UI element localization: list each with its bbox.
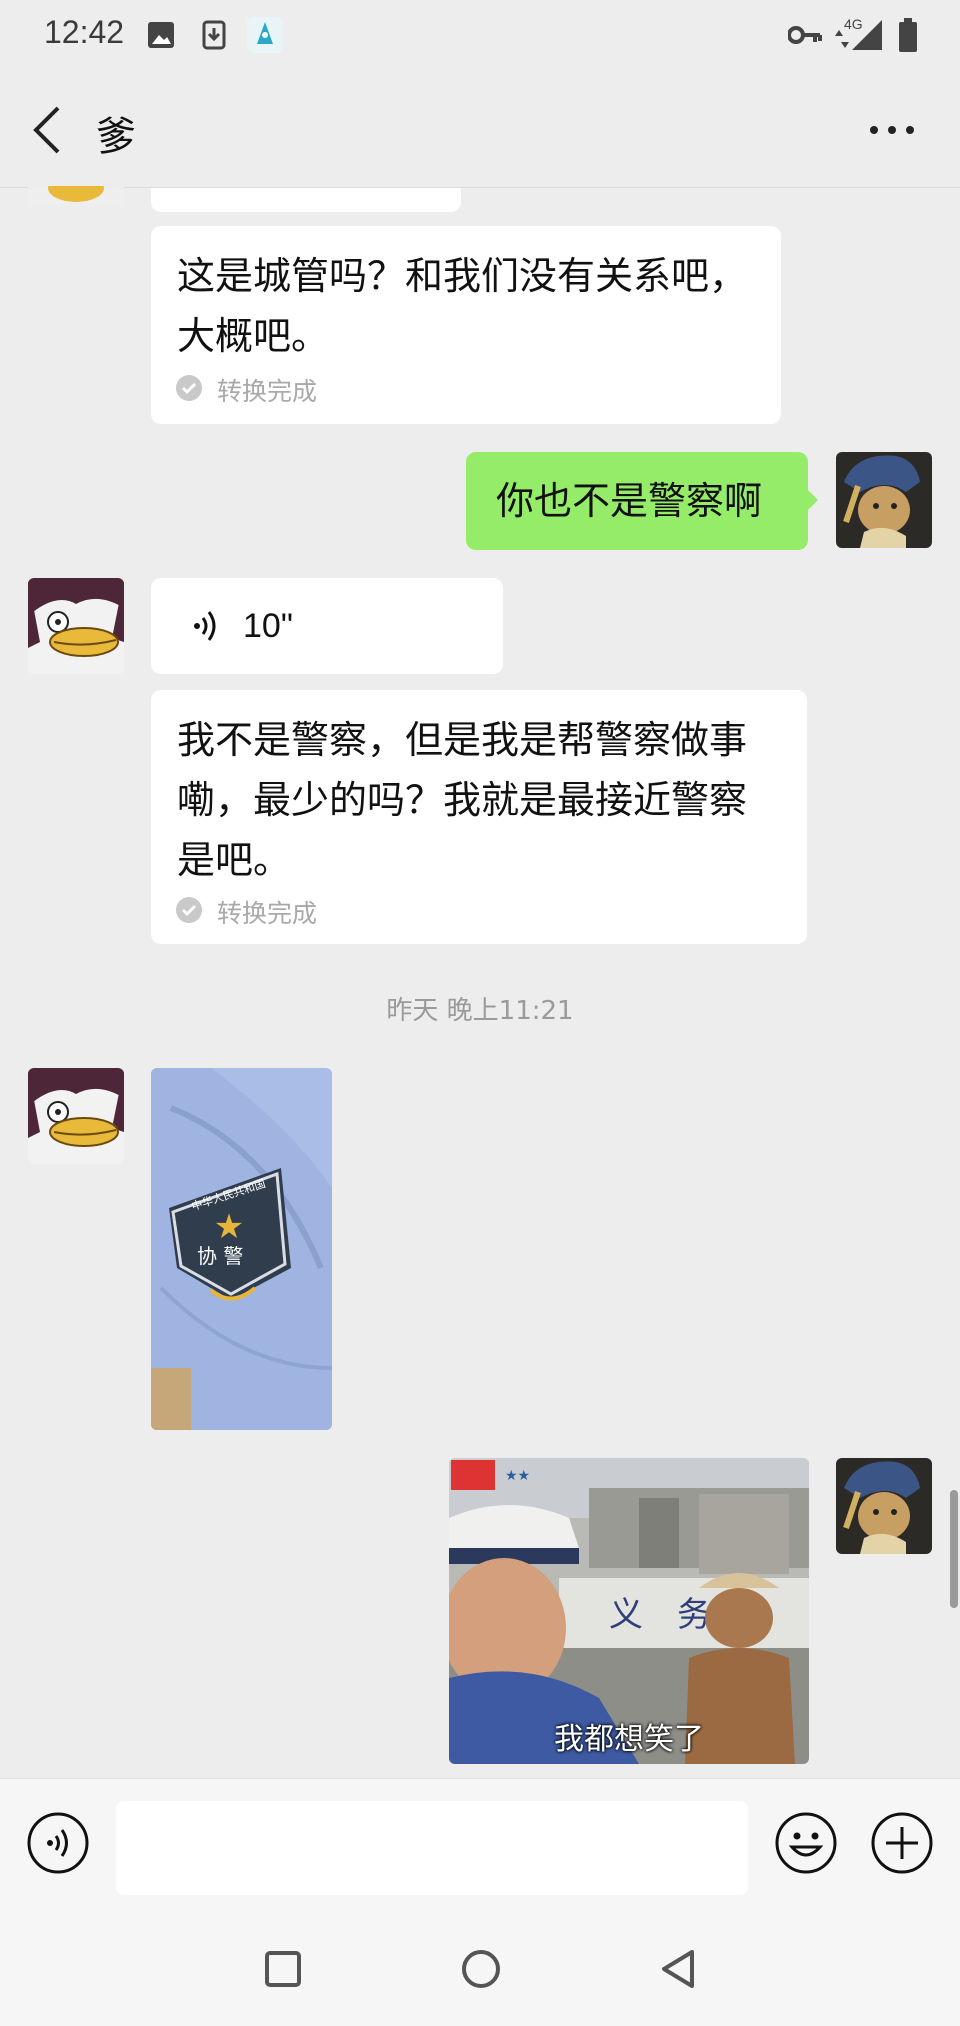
voice-duration: 10"	[243, 607, 293, 645]
svg-text:★★: ★★	[505, 1468, 530, 1484]
voice-wave-icon	[194, 611, 216, 641]
conversion-status: 转换完成	[217, 377, 318, 406]
back-nav-button[interactable]	[658, 1948, 698, 1990]
message-bubble-received[interactable]: 我不是警察，但是我是帮警察做事 嘞，最少的吗？我就是最接近警察 是吧。 转换完成	[151, 690, 807, 944]
data-arrows-icon	[835, 30, 849, 48]
check-circle-icon	[176, 897, 202, 923]
image-message-armband[interactable]: ★ 协 警 中华人民共和国	[151, 1068, 332, 1430]
app-notification-icon	[247, 17, 283, 53]
status-bar: 12:42 4G	[0, 0, 960, 72]
svg-text:★: ★	[214, 1207, 244, 1247]
message-bubble-sent[interactable]: 你也不是警察啊	[466, 452, 808, 550]
voice-input-button[interactable]	[26, 1811, 90, 1875]
message-text: 这是城管吗？和我们没有关系吧，	[177, 254, 748, 298]
conversion-status: 转换完成	[217, 899, 318, 928]
contact-avatar[interactable]	[28, 186, 124, 206]
chat-header: 爹	[0, 72, 960, 188]
my-avatar[interactable]	[836, 452, 932, 548]
message-text: 嘞，最少的吗？我就是最接近警察	[177, 778, 748, 822]
check-circle-icon	[176, 375, 202, 401]
chat-title: 爹	[96, 114, 136, 160]
status-time: 12:42	[44, 14, 125, 50]
message-text: 大概吧。	[177, 314, 330, 358]
time-separator: 昨天 晚上11:21	[386, 996, 574, 1026]
contact-avatar[interactable]	[28, 578, 124, 674]
message-text: 我不是警察，但是我是帮警察做事	[177, 718, 748, 762]
scrollbar-thumb[interactable]	[950, 1490, 958, 1608]
image-message-meme[interactable]: 义 务 ★★ 我都想笑了	[449, 1458, 809, 1764]
system-nav-bar	[0, 1908, 960, 2026]
bubble-tail	[806, 488, 818, 512]
input-bar	[0, 1778, 960, 1908]
voice-message-bubble[interactable]: 10"	[151, 578, 503, 674]
emoji-button[interactable]	[774, 1811, 838, 1875]
message-input[interactable]	[116, 1801, 748, 1895]
download-icon	[202, 20, 226, 50]
meme-caption: 我都想笑了	[554, 1722, 704, 1757]
back-button[interactable]	[28, 102, 68, 158]
message-text: 是吧。	[177, 838, 292, 882]
more-options-button[interactable]	[864, 110, 924, 150]
add-more-button[interactable]	[870, 1811, 934, 1875]
my-avatar[interactable]	[836, 1458, 932, 1554]
signal-icon	[852, 20, 882, 50]
message-bubble-received[interactable]: 这是城管吗？和我们没有关系吧， 大概吧。 转换完成	[151, 226, 781, 424]
badge-main-text: 协 警	[197, 1244, 243, 1268]
contact-avatar[interactable]	[28, 1068, 124, 1164]
vpn-key-icon	[788, 26, 822, 44]
recent-apps-button[interactable]	[264, 1950, 302, 1988]
message-text: 你也不是警察啊	[496, 479, 763, 523]
battery-icon	[899, 18, 917, 52]
message-bubble-partial[interactable]	[151, 188, 461, 212]
svg-text:义 务: 义 务	[609, 1595, 711, 1635]
gallery-icon	[148, 22, 174, 48]
home-button[interactable]	[460, 1948, 502, 1990]
